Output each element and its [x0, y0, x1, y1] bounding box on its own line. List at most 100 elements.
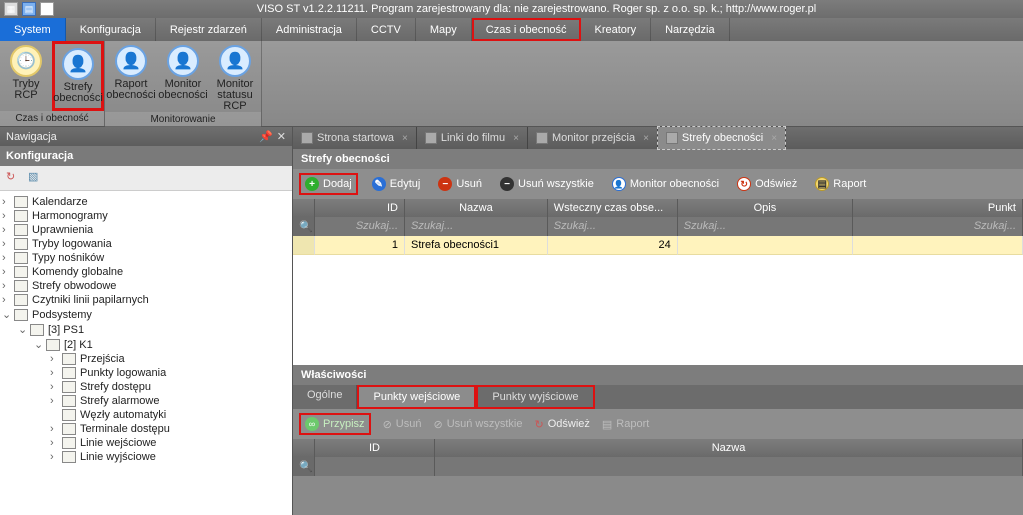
filter-back[interactable]: Szukaj... — [548, 217, 678, 236]
menu-rejestr[interactable]: Rejestr zdarzeń — [156, 18, 262, 41]
monitor-button[interactable]: 👤Monitor obecności — [608, 175, 723, 193]
report-button[interactable]: ▤Raport — [602, 418, 649, 431]
ribbon-strefy-obecnosci[interactable]: 👤 Strefyobecności — [52, 41, 104, 111]
tree-item[interactable]: Przejścia — [50, 352, 290, 366]
report-button[interactable]: ▤Raport — [811, 175, 870, 193]
title-icon-1: ▦ — [4, 2, 18, 16]
tree-item[interactable]: Komendy globalne — [2, 265, 290, 279]
tree-item-icon — [14, 210, 28, 222]
col-punkt[interactable]: Punkt — [853, 199, 1023, 217]
nav-header: Nawigacja 📌 ✕ — [0, 127, 292, 146]
col-back[interactable]: Wsteczny czas obse... — [548, 199, 678, 217]
tree-item[interactable]: [3] PS1 — [18, 322, 290, 337]
close-icon[interactable]: × — [513, 133, 519, 144]
tree-item[interactable]: Typy nośników — [2, 251, 290, 265]
btn-label: Monitor obecności — [630, 178, 719, 190]
tree-item[interactable]: Tryby logowania — [2, 237, 290, 251]
ribbon-raport-obecnosci[interactable]: 👤 Raportobecności — [105, 41, 157, 112]
delete-button[interactable]: ⊘Usuń — [383, 418, 422, 431]
ribbon-monitor-status-rcp[interactable]: 👤 Monitorstatusu RCP — [209, 41, 261, 112]
tree-item[interactable]: Uprawnienia — [2, 223, 290, 237]
tree-item-label: Uprawnienia — [32, 224, 93, 236]
pin-icon[interactable]: 📌 — [259, 130, 273, 143]
tree-item[interactable]: Punkty logowania — [50, 366, 290, 380]
col-name[interactable]: Nazwa — [405, 199, 548, 217]
close-icon[interactable]: × — [771, 133, 777, 144]
ribbon-label: obecności — [106, 89, 156, 101]
refresh-icon[interactable]: ↻ — [6, 170, 22, 186]
edit-button[interactable]: ✎Edytuj — [368, 175, 425, 193]
ribbon-group-monitorowanie: 👤 Raportobecności 👤 Monitorobecności 👤 M… — [105, 41, 262, 126]
tree-item-label: Typy nośników — [32, 252, 104, 264]
col-id[interactable]: ID — [315, 199, 405, 217]
col-name[interactable]: Nazwa — [435, 439, 1023, 457]
tree-item[interactable]: Kalendarze — [2, 195, 290, 209]
table-row[interactable]: 1 Strefa obecności1 24 — [293, 236, 1023, 255]
filter-name[interactable]: Szukaj... — [405, 217, 548, 236]
tab-ogolne[interactable]: Ogólne — [293, 385, 357, 409]
col-id[interactable]: ID — [315, 439, 435, 457]
tree-item[interactable]: Linie wejściowe — [50, 436, 290, 450]
filter-id[interactable] — [315, 457, 435, 476]
menu-mapy[interactable]: Mapy — [416, 18, 472, 41]
filter-desc[interactable]: Szukaj... — [678, 217, 853, 236]
cell-back: 24 — [548, 236, 678, 255]
ribbon: 🕒 TrybyRCP 👤 Strefyobecności Czas i obec… — [0, 41, 1023, 127]
col-desc[interactable]: Opis — [678, 199, 853, 217]
close-icon[interactable]: × — [402, 133, 408, 144]
delete-all-button[interactable]: ⊘Usuń wszystkie — [433, 418, 522, 431]
search-icon[interactable]: 🔍 — [293, 217, 315, 236]
tab-strefy-obecnosci[interactable]: Strefy obecności× — [658, 127, 786, 149]
ribbon-tryby-rcp[interactable]: 🕒 TrybyRCP — [0, 41, 52, 111]
tree-item[interactable]: Strefy alarmowe — [50, 394, 290, 408]
tab-punkty-wejsciowe[interactable]: Punkty wejściowe — [357, 385, 476, 409]
link-icon: ∞ — [305, 417, 319, 431]
grid-header: ID Nazwa Wsteczny czas obse... Opis Punk… — [293, 199, 1023, 217]
nav-title: Nawigacja — [6, 131, 57, 143]
menu-czas-obecnosc[interactable]: Czas i obecność — [472, 18, 581, 41]
zone-panel-title: Strefy obecności — [293, 149, 1023, 169]
tree-item[interactable]: Czytniki linii papilarnych — [2, 293, 290, 307]
filter-name[interactable] — [435, 457, 1023, 476]
ribbon-monitor-obecnosci[interactable]: 👤 Monitorobecności — [157, 41, 209, 112]
delete-all-button[interactable]: −Usuń wszystkie — [496, 175, 598, 193]
filter-id[interactable]: Szukaj... — [315, 217, 405, 236]
add-button[interactable]: +Dodaj — [299, 173, 358, 195]
tree-item-label: Strefy dostępu — [80, 381, 151, 393]
refresh-button[interactable]: ↻Odśwież — [733, 175, 801, 193]
assign-button[interactable]: ∞Przypisz — [299, 413, 371, 435]
tree-item[interactable]: Linie wyjściowe — [50, 450, 290, 464]
search-icon[interactable]: 🔍 — [293, 457, 315, 476]
menu-system[interactable]: System — [0, 18, 66, 41]
btn-label: Usuń — [396, 418, 422, 430]
tab-linki-do-filmu[interactable]: Linki do filmu× — [417, 127, 528, 149]
delete-button[interactable]: −Usuń — [434, 175, 486, 193]
menu-konfiguracja[interactable]: Konfiguracja — [66, 18, 156, 41]
btn-label: Usuń — [456, 178, 482, 190]
tree-item[interactable]: Harmonogramy — [2, 209, 290, 223]
grid-filter-row: 🔍 Szukaj... Szukaj... Szukaj... Szukaj..… — [293, 217, 1023, 236]
menu-cctv[interactable]: CCTV — [357, 18, 416, 41]
tree-item[interactable]: Strefy dostępu — [50, 380, 290, 394]
refresh-button[interactable]: ↻Odśwież — [534, 418, 589, 431]
tree[interactable]: KalendarzeHarmonogramyUprawnieniaTryby l… — [0, 191, 292, 515]
stack-icon[interactable]: ▧ — [28, 170, 44, 186]
tab-strona-startowa[interactable]: Strona startowa× — [293, 127, 417, 149]
menu-narzedzia[interactable]: Narzędzia — [651, 18, 730, 41]
filter-punkt[interactable]: Szukaj... — [853, 217, 1023, 236]
close-icon[interactable]: × — [643, 133, 649, 144]
tab-monitor-przejscia[interactable]: Monitor przejścia× — [528, 127, 658, 149]
tab-punkty-wyjsciowe[interactable]: Punkty wyjściowe — [476, 385, 594, 409]
tree-item-icon — [46, 339, 60, 351]
monitor-icon — [536, 132, 548, 144]
menu-administracja[interactable]: Administracja — [262, 18, 357, 41]
zone-grid[interactable]: ID Nazwa Wsteczny czas obse... Opis Punk… — [293, 199, 1023, 365]
refresh-icon: ↻ — [737, 177, 751, 191]
menu-kreatory[interactable]: Kreatory — [581, 18, 652, 41]
tree-item[interactable]: Terminale dostępu — [50, 422, 290, 436]
tree-item[interactable]: [2] K1 — [34, 337, 290, 352]
close-icon[interactable]: ✕ — [277, 130, 286, 143]
tree-item[interactable]: Strefy obwodowe — [2, 279, 290, 293]
tree-item[interactable]: Podsystemy — [2, 307, 290, 322]
tree-item[interactable]: Węzły automatyki — [50, 408, 290, 422]
